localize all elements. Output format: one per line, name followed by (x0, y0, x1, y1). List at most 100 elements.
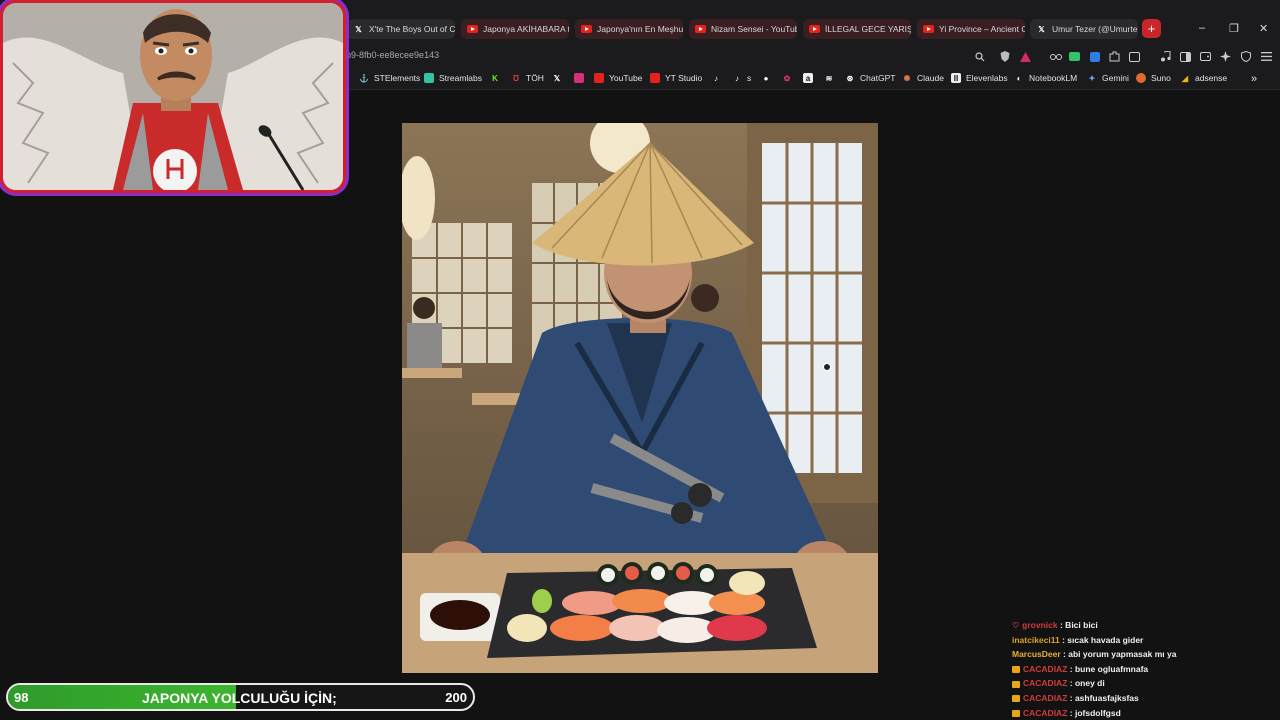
instagram-icon (574, 73, 584, 83)
extension-box-icon[interactable] (1128, 50, 1141, 63)
gemini-icon: ✦ (1088, 73, 1096, 83)
bookmark-suno[interactable]: Suno (1136, 73, 1171, 83)
new-tab-button[interactable]: + (1142, 19, 1161, 38)
bookmark-label: TÖH (526, 73, 544, 83)
bookmark-toh[interactable]: Ʊ TÖH (511, 73, 544, 83)
youtube-icon (467, 25, 478, 33)
bookmark-flower[interactable]: ✿ (782, 73, 797, 83)
extension-glasses-icon[interactable] (1049, 50, 1062, 63)
subscriber-badge-icon (1012, 666, 1020, 674)
chat-message: CACADIAZ : ashfuasfajksfas (1012, 691, 1272, 706)
heart-badge-icon: ♡ (1012, 621, 1020, 630)
claude-icon: ✺ (903, 73, 911, 83)
streamlabs-icon (424, 73, 434, 83)
bookmark-label: s (747, 73, 752, 83)
amazon-icon: a (803, 73, 813, 83)
chat-username[interactable]: CACADIAZ (1023, 664, 1067, 674)
samurai-sushi-photo (402, 123, 878, 673)
bookmark-circle[interactable]: ● (761, 73, 776, 83)
bookmark-streamlabs[interactable]: Streamlabs (424, 73, 482, 83)
suno-icon (1136, 73, 1146, 83)
bookmark-x[interactable]: 𝕏 (552, 73, 567, 83)
bookmark-chatgpt[interactable]: ⊛ ChatGPT (845, 73, 896, 83)
minimize-button[interactable]: – (1199, 22, 1205, 34)
chat-username[interactable]: CACADIAZ (1023, 708, 1067, 718)
chat-username[interactable]: grovnick (1022, 620, 1057, 630)
bookmark-label: Suno (1151, 73, 1171, 83)
kick-icon: K (492, 73, 498, 83)
chat-username[interactable]: CACADIAZ (1023, 678, 1067, 688)
cartoon-avatar-image (3, 3, 343, 190)
address-bar: b9-8fb0-ee8ecee9e143 (346, 46, 1280, 68)
wallet-icon[interactable] (1199, 50, 1212, 63)
brave-shield-icon[interactable] (998, 50, 1011, 63)
chatgpt-icon: ⊛ (846, 73, 854, 83)
close-window-button[interactable]: ✕ (1259, 22, 1268, 35)
bookmark-youtube[interactable]: YouTube (594, 73, 642, 83)
chat-message: CACADIAZ : oney di (1012, 676, 1272, 691)
tab-illegal-gece[interactable]: İLLEGAL GECE YARIŞIN (803, 19, 911, 39)
tab-nizam-sensei[interactable]: Nizam Sensei - YouTub (689, 19, 797, 39)
chat-message: MarcusDeer : abi yorum yapmasak mı ya (1012, 647, 1272, 662)
chat-text: : sıcak havada gider (1062, 634, 1144, 645)
bookmark-gemini[interactable]: ✦ Gemini (1087, 73, 1129, 83)
elevenlabs-icon: II (951, 73, 961, 83)
bookmark-stelements[interactable]: ⚓ STElements (359, 73, 420, 83)
bookmark-tiktok-s[interactable]: ♪ s (732, 73, 751, 83)
bookmark-yt-studio[interactable]: YT Studio (650, 73, 702, 83)
url-field[interactable]: b9-8fb0-ee8ecee9e143 (346, 50, 439, 60)
youtube-icon (695, 25, 706, 33)
tab-label: Japonya AKİHABARA t (483, 24, 569, 34)
tab-label: Yi Province – Ancient C (939, 24, 1025, 34)
bookmark-label: Gemini (1102, 73, 1129, 83)
subscriber-badge-icon (1012, 680, 1020, 688)
adsense-icon: ◢ (1181, 73, 1189, 83)
x-icon: 𝕏 (553, 73, 561, 83)
x-icon: 𝕏 (355, 24, 362, 34)
tab-umur-tezer[interactable]: 𝕏 Umur Tezer (@Umurte (1030, 19, 1138, 39)
bookmark-zap[interactable]: ≋ (824, 73, 839, 83)
extension-blue-icon[interactable] (1088, 50, 1101, 63)
chat-username[interactable]: inatcikeci11 (1012, 635, 1060, 645)
chat-username[interactable]: MarcusDeer (1012, 649, 1061, 659)
bookmark-amazon[interactable]: a (803, 73, 818, 83)
youtube-icon (594, 73, 604, 83)
tab-japonya-meshur[interactable]: Japonya'nın En Meşhur (575, 19, 683, 39)
bookmarks-bar: ⚓ STElements Streamlabs K Ʊ TÖH 𝕏 YouTube … (346, 68, 1280, 90)
restore-button[interactable]: ❐ (1229, 22, 1239, 35)
bookmark-notebooklm[interactable]: ◐ NotebookLM (1014, 73, 1078, 83)
chat-text: : abi yorum yapmasak mı ya (1063, 649, 1177, 660)
menu-icon[interactable] (1260, 50, 1273, 63)
bookmark-claude[interactable]: ✺ Claude (902, 73, 944, 83)
extension-green-icon[interactable] (1068, 50, 1081, 63)
bookmark-tiktok[interactable]: ♪ (711, 73, 726, 83)
media-music-icon[interactable] (1159, 50, 1172, 63)
chat-message: inatcikeci11 : sıcak havada gider (1012, 633, 1272, 648)
bookmark-adsense[interactable]: ◢ adsense (1180, 73, 1227, 83)
bookmark-instagram[interactable] (574, 73, 589, 83)
tab-x-the-boys[interactable]: 𝕏 X'te The Boys Out of C (347, 19, 455, 39)
sidebar-icon[interactable] (1179, 50, 1192, 63)
youtube-icon (809, 25, 820, 33)
circle-icon: ● (763, 73, 769, 83)
brave-rewards-icon[interactable] (1019, 50, 1032, 63)
tab-japonya-akihabara[interactable]: Japonya AKİHABARA t (461, 19, 569, 39)
goal-target-value: 200 (445, 690, 467, 705)
donation-goal-bar: 98 JAPONYA YOLCULUĞU İÇİN; 200 (6, 683, 475, 711)
search-icon[interactable] (973, 50, 986, 63)
yt-studio-icon (650, 73, 660, 83)
bookmark-elevenlabs[interactable]: II Elevenlabs (951, 73, 1008, 83)
bookmark-kick[interactable]: K (490, 73, 505, 83)
vpn-shield-icon[interactable] (1239, 50, 1252, 63)
bookmark-label: STElements (374, 73, 421, 83)
tab-label: Japonya'nın En Meşhur (597, 24, 683, 34)
subscriber-badge-icon (1012, 695, 1020, 703)
x-icon: 𝕏 (1038, 24, 1045, 34)
extensions-puzzle-icon[interactable] (1108, 50, 1121, 63)
leo-ai-icon[interactable] (1219, 50, 1232, 63)
tiktok-icon: ♪ (735, 73, 739, 83)
bookmarks-overflow-button[interactable]: » (1251, 73, 1257, 85)
chat-username[interactable]: CACADIAZ (1023, 693, 1067, 703)
tab-yi-province[interactable]: Yi Province – Ancient C (917, 19, 1025, 39)
stream-screen: 𝕏 X'te The Boys Out of C Japonya AKİHABA… (0, 0, 1280, 720)
